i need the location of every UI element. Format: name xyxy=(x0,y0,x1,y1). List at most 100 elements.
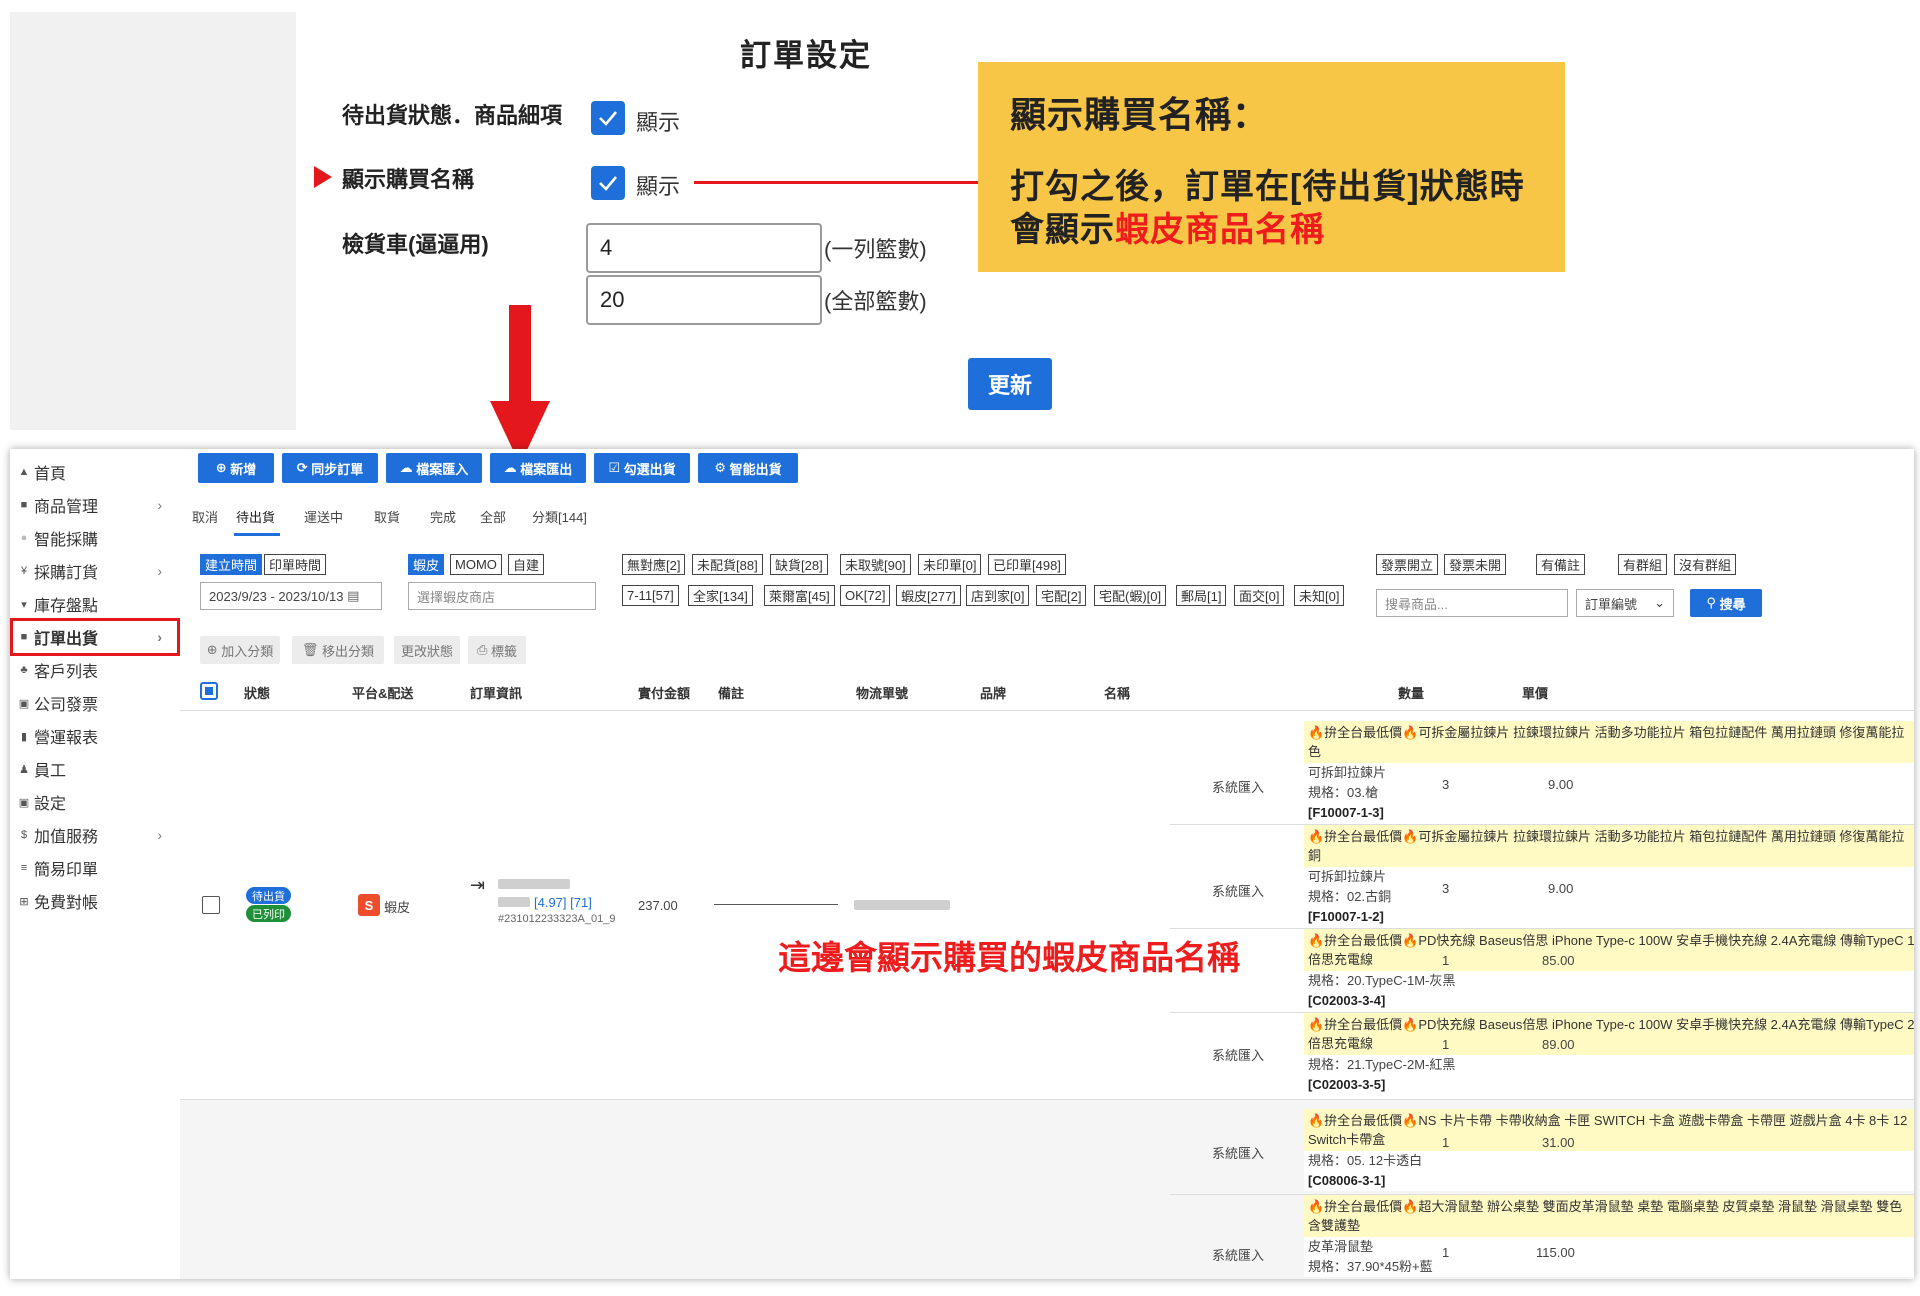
tab-cancel[interactable]: 取消 xyxy=(192,507,218,526)
date-range-input[interactable]: 2023/9/23 - 2023/10/13 ▤ xyxy=(200,582,382,610)
add-category-label: 加入分類 xyxy=(221,643,274,659)
product-title: 🔥拚全台最低價🔥PD快充線 Baseus倍思 iPhone Type-c 100… xyxy=(1304,1013,1914,1055)
row-checkbox[interactable] xyxy=(202,896,220,914)
filter-hilife[interactable]: 萊爾富[45] xyxy=(764,585,835,606)
sidebar-item-smart-purchase[interactable]: ● 智能採購 xyxy=(16,523,176,553)
label-button-label: 標籤 xyxy=(491,643,518,659)
sidebar-item-home[interactable]: ▲ 首頁 xyxy=(16,457,176,487)
update-button[interactable]: 更新 xyxy=(968,358,1052,410)
product-code: [C08006-3-1] xyxy=(1308,1173,1386,1188)
tab-complete[interactable]: 完成 xyxy=(430,507,456,526)
filter-out-of-stock[interactable]: 缺貨[28] xyxy=(770,554,828,575)
filter-unmatched[interactable]: 無對應[2] xyxy=(622,554,686,575)
annotation-text: 這邊會顯示購買的蝦皮商品名稱 xyxy=(778,939,1240,976)
file-export-button[interactable]: ☁ 檔案匯出 xyxy=(490,453,586,483)
sidebar-item-value-added[interactable]: $ 加值服務 › xyxy=(16,820,176,850)
product-spec: 規格：02.古銅 xyxy=(1308,889,1392,904)
sidebar-item-settings[interactable]: ▣ 設定 xyxy=(16,787,176,817)
filter-unknown[interactable]: 未知[0] xyxy=(1294,585,1345,606)
add-button[interactable]: ⊕ 新增 xyxy=(198,453,274,483)
filter-has-note[interactable]: 有備註 xyxy=(1536,554,1586,575)
product-title: 🔥拚全台最低價🔥可拆金屬拉鍊片 拉鍊環拉鍊片 活動多功能拉片 箱包拉鏈配件 萬用… xyxy=(1304,721,1914,763)
filter-no-group[interactable]: 沒有群組 xyxy=(1674,554,1737,575)
filter-711[interactable]: 7-11[57] xyxy=(622,585,679,606)
sidebar-item-reports[interactable]: ▮ 營運報表 xyxy=(16,721,176,751)
filter-unprinted[interactable]: 未印單[0] xyxy=(918,554,982,575)
search-button-label: 搜尋 xyxy=(1719,596,1746,612)
product-item: 🔥拚全台最低價🔥PD快充線 Baseus倍思 iPhone Type-c 100… xyxy=(1304,929,1914,1011)
sidebar-item-reconcile[interactable]: ⊞ 免費對帳 xyxy=(16,886,176,916)
filter-platform-self[interactable]: 自建 xyxy=(508,554,545,575)
tab-all[interactable]: 全部 xyxy=(480,507,506,526)
sidebar-item-staff[interactable]: ♟ 員工 xyxy=(16,754,176,784)
filter-no-tracking[interactable]: 未取號[90] xyxy=(840,554,911,575)
box-icon: ■ xyxy=(20,499,28,511)
remove-category-button[interactable]: 🗑 移出分類 xyxy=(292,636,384,664)
select-all-checkbox[interactable] xyxy=(200,682,218,700)
chevron-right-icon: › xyxy=(157,497,162,513)
sidebar-item-purchase-order[interactable]: ¥ 採購訂貨 › xyxy=(16,556,176,586)
sync-orders-button[interactable]: ⟳ 同步訂單 xyxy=(282,453,378,483)
filter-invoice-not-issued[interactable]: 發票未開 xyxy=(1444,554,1507,575)
filter-has-group[interactable]: 有群組 xyxy=(1618,554,1668,575)
product-price: 85.00 xyxy=(1542,953,1575,968)
status-badge-printed: 已列印 xyxy=(246,905,291,922)
filter-face-to-face[interactable]: 面交[0] xyxy=(1234,585,1285,606)
filter-home-delivery-shopee[interactable]: 宅配(蝦)[0] xyxy=(1094,585,1167,606)
col-brand: 品牌 xyxy=(980,686,1007,701)
tab-pending[interactable]: 待出貨 xyxy=(236,507,275,526)
smart-ship-button[interactable]: ⚙ 智能出貨 xyxy=(698,453,798,483)
sidebar-item-products[interactable]: ■ 商品管理 › xyxy=(16,490,176,520)
filter-invoice-issued[interactable]: 發票開立 xyxy=(1376,554,1439,575)
sidebar-item-customers[interactable]: ♣ 客戶列表 xyxy=(16,655,176,685)
product-price: 9.00 xyxy=(1548,777,1574,792)
basket-total-hint: (全部籃數) xyxy=(824,289,927,314)
change-status-button[interactable]: 更改狀態 xyxy=(394,636,460,664)
basket-total-input[interactable]: 20 xyxy=(586,275,822,325)
trash-icon: 🗑 xyxy=(301,642,323,657)
plus-circle-icon: ⊕ xyxy=(215,460,231,475)
sidebar-item-inventory[interactable]: ▾ 庫存盤點 xyxy=(16,589,176,619)
tab-in-transit[interactable]: 運送中 xyxy=(304,507,343,526)
filter-store-to-home[interactable]: 店到家[0] xyxy=(966,585,1030,606)
sidebar-item-invoice[interactable]: ▣ 公司發票 xyxy=(16,688,176,718)
product-code: [C02003-3-5] xyxy=(1308,1077,1386,1092)
product-name: 皮革滑鼠墊 xyxy=(1308,1239,1374,1254)
file-import-button[interactable]: ☁ 檔案匯入 xyxy=(386,453,482,483)
filter-home-delivery[interactable]: 宅配[2] xyxy=(1036,585,1087,606)
sidebar-item-simple-print[interactable]: ≡ 簡易印單 xyxy=(16,853,176,883)
remove-category-label: 移出分類 xyxy=(322,643,375,659)
down-arrow-icon xyxy=(509,305,531,403)
settings-sidebar-placeholder xyxy=(10,12,296,430)
filter-ok[interactable]: OK[72] xyxy=(840,585,891,606)
search-field-select[interactable]: 訂單編號 ⌄ xyxy=(1576,589,1674,617)
filter-platform-momo[interactable]: MOMO xyxy=(450,554,502,575)
enter-order-icon[interactable]: ⇥ xyxy=(470,875,485,896)
search-button[interactable]: ⚲ 搜尋 xyxy=(1690,589,1762,617)
label-button[interactable]: ⎙ 標籤 xyxy=(468,636,526,664)
product-code: [C02003-3-4] xyxy=(1308,993,1386,1008)
callout-connector-line xyxy=(694,181,978,184)
pointer-triangle-icon xyxy=(314,166,332,188)
filter-printed[interactable]: 已印單[498] xyxy=(988,554,1066,575)
tab-pickup[interactable]: 取貨 xyxy=(374,507,400,526)
filter-create-time[interactable]: 建立時間 xyxy=(200,554,263,575)
filter-platform-shopee[interactable]: 蝦皮 xyxy=(408,554,445,575)
pick-ship-button[interactable]: ☑ 勾選出貨 xyxy=(594,453,690,483)
product-search-input[interactable]: 搜尋商品... xyxy=(1376,589,1568,617)
buyer-rating[interactable]: [4.97] [71] xyxy=(534,895,592,910)
grid-icon: ⊞ xyxy=(19,895,29,908)
add-category-button[interactable]: ⊕ 加入分類 xyxy=(200,636,280,664)
shop-select[interactable]: 選擇蝦皮商店 xyxy=(408,582,596,610)
product-title-line1: 🔥拚全台最低價🔥可拆金屬拉鍊片 拉鍊環拉鍊片 活動多功能拉片 箱包拉鏈配件 萬用… xyxy=(1308,829,1905,844)
filter-shopee-logistics[interactable]: 蝦皮[277] xyxy=(896,585,961,606)
filter-post-office[interactable]: 郵局[1] xyxy=(1176,585,1227,606)
filter-unallocated[interactable]: 未配貨[88] xyxy=(692,554,763,575)
show-purchase-name-checkbox[interactable] xyxy=(591,166,625,200)
plus-circle-icon: ⊕ xyxy=(206,642,222,657)
filter-familymart[interactable]: 全家[134] xyxy=(688,585,753,606)
filter-print-time[interactable]: 印單時間 xyxy=(264,554,327,575)
basket-per-row-input[interactable]: 4 xyxy=(586,223,822,273)
tab-category[interactable]: 分類[144] xyxy=(532,507,587,526)
pending-detail-checkbox[interactable] xyxy=(591,101,625,135)
